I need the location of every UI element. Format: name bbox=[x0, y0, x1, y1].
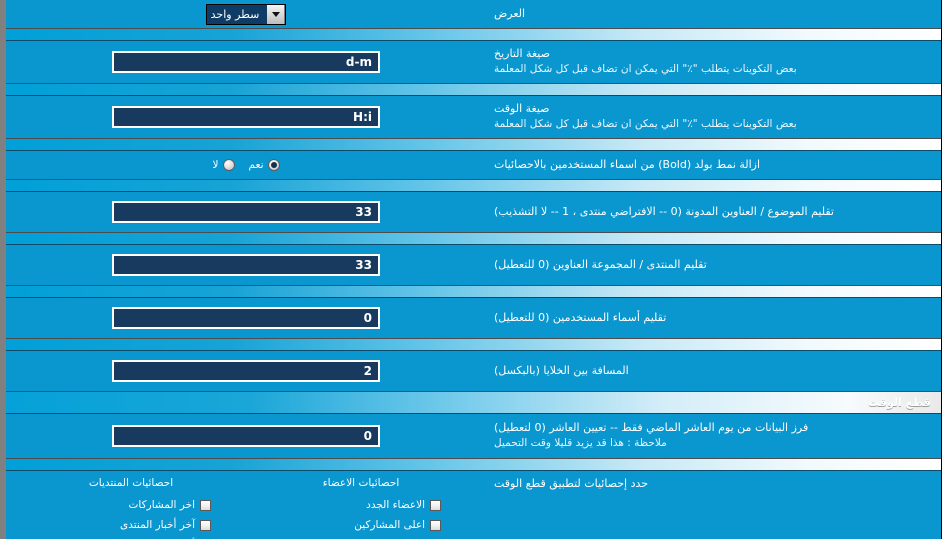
setting-row-cell-spacing: المسافة بين الخلايا (بالبكسل) bbox=[6, 351, 941, 391]
setting-row-display-mode: العرض سطر واحد bbox=[6, 0, 941, 28]
setting-label-cell-spacing: المسافة بين الخلايا (بالبكسل) bbox=[494, 363, 629, 377]
setting-label-date-format: صيغة التاريخ بعض التكوينات يتطلب "٪" الت… bbox=[494, 46, 797, 76]
setting-row-trim-forum-titles: تقليم المنتدى / المجموعة العناوين (0 للت… bbox=[6, 245, 941, 285]
list-item[interactable]: أكثر المواضيع مشاهدة bbox=[51, 535, 211, 539]
time-cutoff-input[interactable] bbox=[112, 425, 380, 447]
radio-no-icon[interactable] bbox=[222, 159, 235, 171]
row-separator bbox=[6, 338, 941, 351]
list-item[interactable]: اعلى كتاب المواضيع bbox=[281, 535, 441, 539]
setting-label-display-mode: العرض bbox=[494, 6, 526, 20]
setting-row-trim-usernames: تقليم أسماء المستخدمين (0 للتعطيل) bbox=[6, 298, 941, 338]
setting-control-date-format bbox=[6, 51, 486, 73]
row-separator bbox=[6, 458, 941, 471]
trim-thread-titles-input[interactable] bbox=[112, 201, 380, 223]
stats-selector-label: حدد إحصائيات لتطبيق قطع الوقت bbox=[494, 477, 649, 490]
checkbox-icon[interactable] bbox=[200, 519, 211, 531]
list-item[interactable]: الاعضاء الجدد bbox=[281, 495, 441, 515]
section-header-time-cut: قطع الوقت bbox=[6, 391, 941, 414]
row-separator bbox=[6, 138, 941, 151]
remove-bold-radio-group: نعم لا bbox=[213, 159, 280, 171]
setting-label-remove-bold: ازالة نمط بولد (Bold) من اسماء المستخدمي… bbox=[494, 157, 761, 171]
row-separator bbox=[6, 179, 941, 192]
row-separator bbox=[6, 232, 941, 245]
display-mode-select[interactable]: سطر واحد bbox=[205, 3, 287, 25]
setting-row-time-format: صيغة الوقت بعض التكوينات يتطلب "٪" التي … bbox=[6, 96, 941, 138]
list-item[interactable]: آخر أخبار المنتدى bbox=[51, 515, 211, 535]
setting-row-remove-bold: ازالة نمط بولد (Bold) من اسماء المستخدمي… bbox=[6, 151, 941, 179]
checkbox-icon[interactable] bbox=[430, 499, 441, 511]
stats-selector-area: حدد إحصائيات لتطبيق قطع الوقت احصائيات ا… bbox=[6, 471, 941, 539]
setting-label-trim-thread-titles: تقليم الموضوع / العناوين المدونة (0 -- ا… bbox=[494, 204, 834, 218]
setting-control-trim-usernames bbox=[6, 307, 486, 329]
row-separator bbox=[6, 285, 941, 298]
setting-label-trim-usernames: تقليم أسماء المستخدمين (0 للتعطيل) bbox=[494, 310, 667, 324]
cell-spacing-input[interactable] bbox=[112, 360, 380, 382]
setting-row-time-cutoff: فرز البيانات من يوم العاشر الماضي فقط --… bbox=[6, 414, 941, 458]
radio-option-no[interactable]: لا bbox=[213, 159, 235, 171]
column-forum-stats: احصائيات المنتديات اخر المشاركات آخر أخب… bbox=[16, 477, 246, 539]
trim-forum-titles-input[interactable] bbox=[112, 254, 380, 276]
setting-control-trim-forum-titles bbox=[6, 254, 486, 276]
setting-label-time-format: صيغة الوقت بعض التكوينات يتطلب "٪" التي … bbox=[494, 101, 797, 131]
stats-checkbox-columns: احصائيات الاعضاء الاعضاء الجدد اعلى المش… bbox=[6, 477, 486, 539]
trim-usernames-input[interactable] bbox=[112, 307, 380, 329]
setting-control-time-format bbox=[6, 106, 486, 128]
setting-label-trim-forum-titles: تقليم المنتدى / المجموعة العناوين (0 للت… bbox=[494, 257, 707, 271]
setting-control-display-mode: سطر واحد bbox=[6, 3, 486, 25]
setting-control-trim-thread-titles bbox=[6, 201, 486, 223]
checkbox-icon[interactable] bbox=[200, 499, 211, 511]
radio-yes-icon[interactable] bbox=[267, 159, 280, 171]
column-member-stats: احصائيات الاعضاء الاعضاء الجدد اعلى المش… bbox=[246, 477, 476, 539]
list-item[interactable]: اخر المشاركات bbox=[51, 495, 211, 515]
date-format-input[interactable] bbox=[112, 51, 380, 73]
setting-row-date-format: صيغة التاريخ بعض التكوينات يتطلب "٪" الت… bbox=[6, 41, 941, 83]
chevron-down-icon[interactable] bbox=[267, 4, 286, 24]
list-item[interactable]: اعلى المشاركين bbox=[281, 515, 441, 535]
time-format-input[interactable] bbox=[112, 106, 380, 128]
setting-control-remove-bold: نعم لا bbox=[6, 159, 486, 171]
setting-row-trim-thread-titles: تقليم الموضوع / العناوين المدونة (0 -- ا… bbox=[6, 192, 941, 232]
checkbox-icon[interactable] bbox=[430, 519, 441, 531]
setting-control-cell-spacing bbox=[6, 360, 486, 382]
row-separator bbox=[6, 28, 941, 41]
setting-control-time-cutoff bbox=[6, 425, 486, 447]
admin-settings-page: العرض سطر واحد صيغة التاريخ بعض التكوينا… bbox=[0, 0, 942, 539]
setting-label-time-cutoff: فرز البيانات من يوم العاشر الماضي فقط --… bbox=[494, 420, 809, 450]
row-separator bbox=[6, 83, 941, 96]
radio-option-yes[interactable]: نعم bbox=[249, 159, 280, 171]
